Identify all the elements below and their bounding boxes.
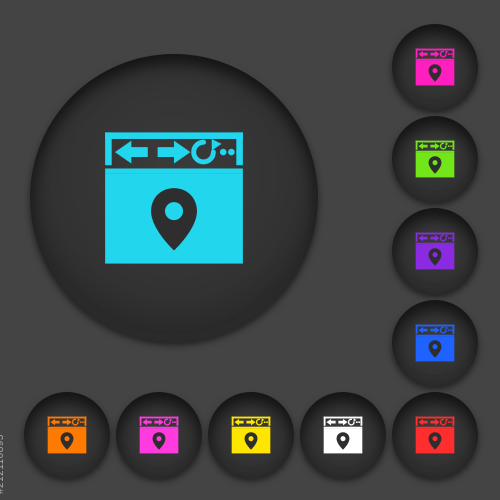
icon-button-variant-4[interactable] xyxy=(392,392,478,478)
browser-get-location-icon xyxy=(92,116,256,280)
icon-button-variant-0[interactable] xyxy=(392,24,478,110)
browser-get-location-icon xyxy=(228,412,274,458)
browser-get-location-icon xyxy=(136,412,182,458)
icon-button-variant-1[interactable] xyxy=(392,116,478,202)
icon-button-variant-3[interactable] xyxy=(392,300,478,386)
browser-get-location-icon xyxy=(412,228,458,274)
browser-get-location-icon xyxy=(412,412,458,458)
icon-button-main[interactable] xyxy=(30,54,318,342)
icon-button-variant-2[interactable] xyxy=(392,208,478,294)
browser-get-location-icon xyxy=(412,320,458,366)
browser-get-location-icon xyxy=(44,412,90,458)
stock-id-watermark: #212110895 xyxy=(0,434,6,494)
icon-button-variant-6[interactable] xyxy=(208,392,294,478)
browser-get-location-icon xyxy=(412,44,458,90)
browser-get-location-icon xyxy=(320,412,366,458)
icon-button-variant-8[interactable] xyxy=(24,392,110,478)
browser-get-location-icon xyxy=(412,136,458,182)
icon-button-variant-5[interactable] xyxy=(300,392,386,478)
icon-button-variant-7[interactable] xyxy=(116,392,202,478)
